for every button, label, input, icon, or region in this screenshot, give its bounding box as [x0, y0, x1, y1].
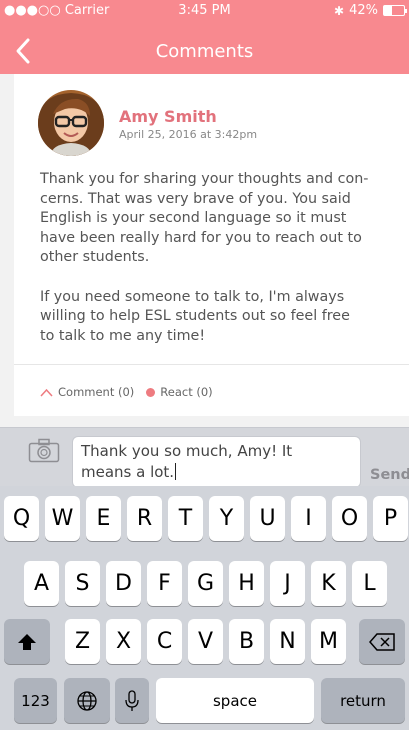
key-e[interactable]: E [86, 496, 121, 541]
key-z[interactable]: Z [65, 619, 100, 664]
react-action[interactable]: React (0) [146, 385, 213, 399]
microphone-key[interactable] [115, 678, 149, 723]
key-d[interactable]: D [106, 561, 141, 606]
divider [14, 364, 409, 365]
key-u[interactable]: U [250, 496, 285, 541]
reply-input[interactable]: Thank you so much, Amy! It means a lot. [72, 436, 361, 488]
react-dot-icon [146, 387, 156, 397]
keyboard: Q W E R T Y U I O P A S D F G H J K L Z X C V B N M 123 space return [0, 486, 409, 730]
compose-bar: Thank you so much, Amy! It means a lot. … [0, 427, 409, 488]
globe-icon [77, 690, 97, 711]
key-k[interactable]: K [311, 561, 346, 606]
key-f[interactable]: F [147, 561, 182, 606]
key-v[interactable]: V [188, 619, 223, 664]
status-right: ✱ 42% [334, 3, 407, 18]
comment-text: Thank you for sharing your thoughts and … [40, 171, 369, 344]
key-w[interactable]: W [45, 496, 80, 541]
comment-action-label: Comment (0) [58, 385, 135, 399]
key-n[interactable]: N [270, 619, 305, 664]
key-a[interactable]: A [24, 561, 59, 606]
key-y[interactable]: Y [209, 496, 244, 541]
avatar[interactable] [38, 90, 104, 156]
chevron-up-icon [40, 388, 53, 397]
status-bar: ●●●○○ Carrier 3:45 PM ✱ 42% [0, 0, 409, 22]
key-c[interactable]: C [147, 619, 182, 664]
battery-fill [384, 6, 393, 15]
numbers-key[interactable]: 123 [14, 678, 57, 723]
comment-card: Amy Smith April 25, 2016 at 3:42pm Thank… [14, 74, 409, 416]
nav-bar: Comments [0, 32, 409, 72]
react-action-label: React (0) [160, 385, 213, 399]
space-key[interactable]: space [156, 678, 314, 723]
reply-input-text: Thank you so much, Amy! It means a lot. [81, 442, 293, 481]
key-p[interactable]: P [373, 496, 408, 541]
key-m[interactable]: M [311, 619, 346, 664]
key-b[interactable]: B [229, 619, 264, 664]
key-g[interactable]: G [188, 561, 223, 606]
key-i[interactable]: I [291, 496, 326, 541]
key-t[interactable]: T [168, 496, 203, 541]
avatar-image [38, 90, 104, 156]
battery-percent: 42% [349, 3, 378, 18]
key-r[interactable]: R [127, 496, 162, 541]
key-j[interactable]: J [270, 561, 305, 606]
battery-icon [383, 5, 407, 16]
shift-icon [18, 633, 36, 650]
backspace-icon [369, 632, 395, 651]
comment-author[interactable]: Amy Smith [119, 107, 217, 126]
key-s[interactable]: S [65, 561, 100, 606]
backspace-key[interactable] [359, 619, 405, 664]
key-q[interactable]: Q [4, 496, 39, 541]
comment-date: April 25, 2016 at 3:42pm [119, 128, 258, 141]
send-button[interactable]: Send [370, 467, 409, 483]
header: ●●●○○ Carrier 3:45 PM ✱ 42% Comments [0, 0, 409, 74]
microphone-icon [125, 689, 139, 711]
page-title: Comments [155, 41, 254, 62]
return-key[interactable]: return [321, 678, 405, 723]
key-x[interactable]: X [106, 619, 141, 664]
camera-button[interactable] [28, 437, 60, 463]
key-o[interactable]: O [332, 496, 367, 541]
camera-icon [28, 438, 60, 463]
comments-screen: ●●●○○ Carrier 3:45 PM ✱ 42% Comments Amy… [0, 0, 409, 730]
shift-key[interactable] [4, 619, 50, 664]
comment-action[interactable]: Comment (0) [40, 385, 134, 399]
globe-key[interactable] [64, 678, 110, 723]
bluetooth-icon: ✱ [334, 3, 345, 18]
key-l[interactable]: L [352, 561, 387, 606]
key-h[interactable]: H [229, 561, 264, 606]
comment-actions: Comment (0) React (0) [40, 385, 213, 399]
text-caret [175, 463, 177, 480]
